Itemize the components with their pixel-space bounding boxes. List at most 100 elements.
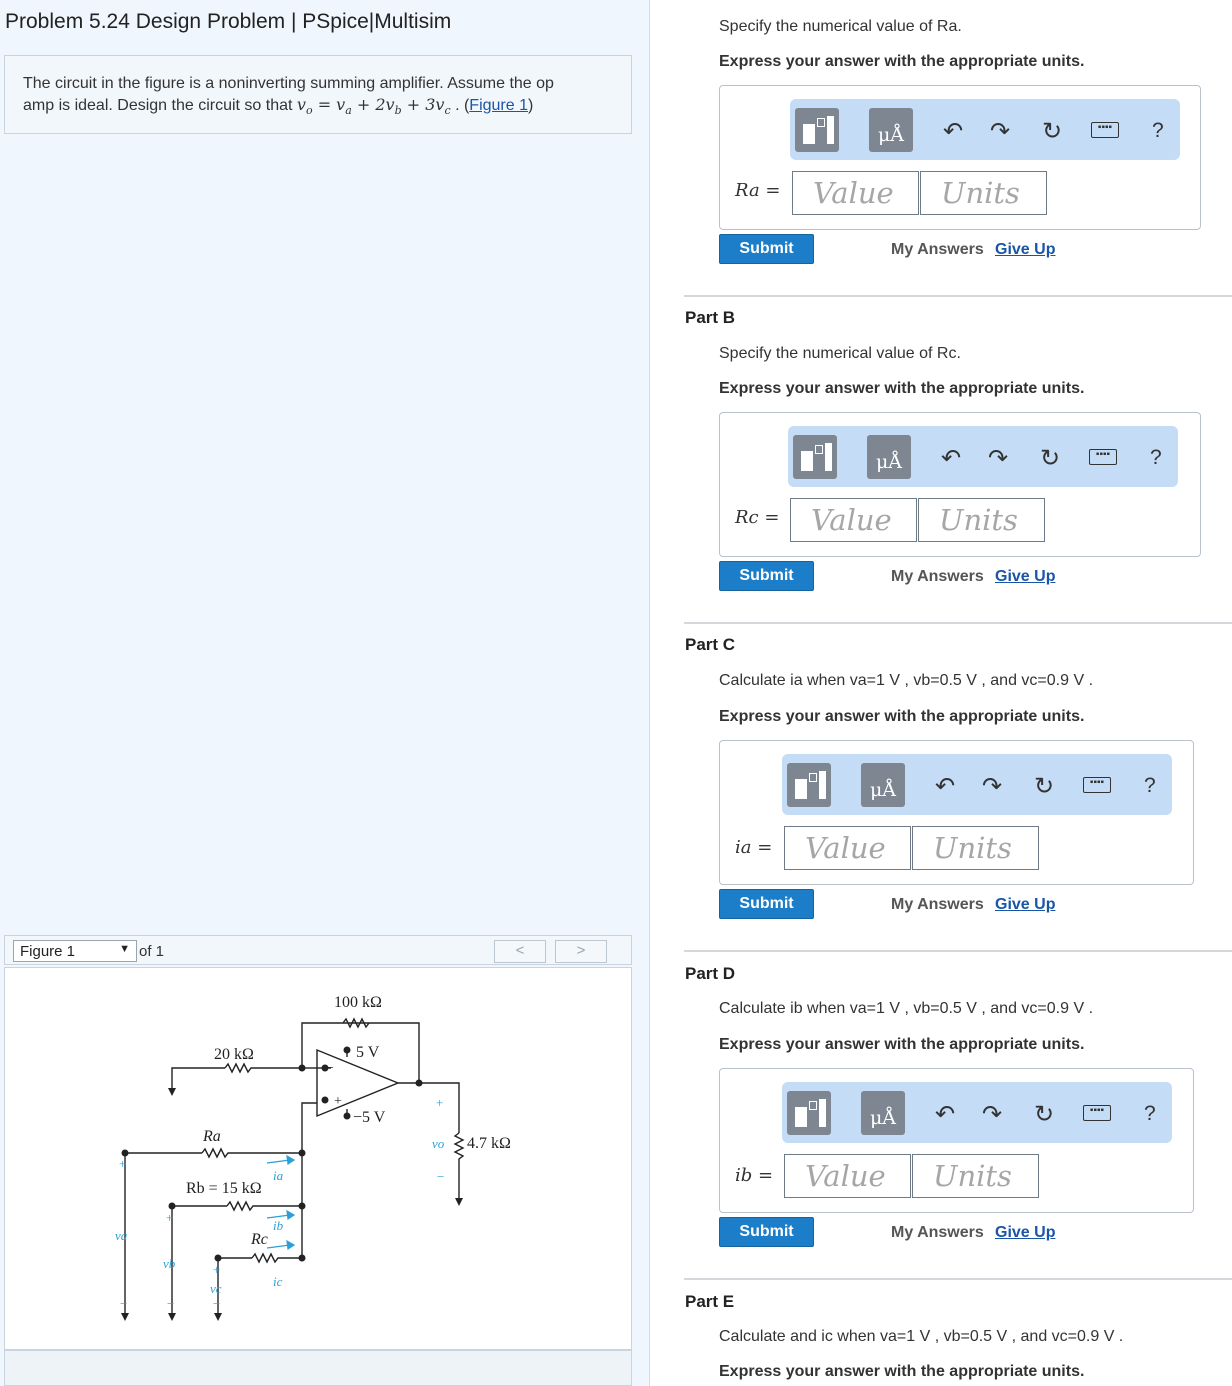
part-c-value-input[interactable]: Value: [784, 826, 911, 870]
part-a-units-input[interactable]: Units: [920, 171, 1047, 215]
part-a-my-answers[interactable]: My Answers: [891, 241, 984, 259]
problem-text-line2: amp is ideal. Design the circuit so that…: [23, 95, 534, 118]
part-b-label: Rc =: [735, 507, 780, 528]
svg-text:+: +: [119, 1156, 126, 1171]
chevron-down-icon: ▼: [119, 943, 130, 955]
problem-title: Problem 5.24 Design Problem | PSpice|Mul…: [5, 10, 452, 33]
svg-text:+: +: [436, 1095, 443, 1110]
part-e-express: Express your answer with the appropriate…: [719, 1363, 1085, 1380]
part-d-value-input[interactable]: Value: [784, 1154, 911, 1198]
label-ic: ic: [273, 1274, 283, 1289]
part-c-my-answers[interactable]: My Answers: [891, 896, 984, 914]
units-button[interactable]: μÅ: [861, 763, 905, 807]
problem-equation: vo = va + 2vb + 3vc: [296, 95, 451, 118]
help-button[interactable]: ?: [1144, 774, 1156, 798]
part-d-submit-button[interactable]: Submit: [719, 1217, 814, 1247]
divider: [684, 295, 1232, 297]
templates-icon[interactable]: [787, 1091, 831, 1135]
figure-toolbar: Figure 1 ▼ of 1 < >: [4, 935, 632, 965]
prev-figure-button[interactable]: <: [494, 940, 546, 963]
reset-icon[interactable]: ↻: [1040, 444, 1060, 473]
undo-icon[interactable]: ↶: [935, 772, 955, 801]
units-button[interactable]: μÅ: [867, 435, 911, 479]
keyboard-icon[interactable]: ▪▪▪▪: [1089, 449, 1117, 465]
templates-icon[interactable]: [793, 435, 837, 479]
part-c-units-input[interactable]: Units: [912, 826, 1039, 870]
problem-statement: The circuit in the figure is a noninvert…: [4, 55, 632, 134]
problem-panel: Problem 5.24 Design Problem | PSpice|Mul…: [0, 0, 650, 1386]
redo-icon[interactable]: ↷: [988, 444, 1008, 473]
part-d-give-up[interactable]: Give Up: [995, 1224, 1055, 1242]
part-c-submit-button[interactable]: Submit: [719, 889, 814, 919]
part-a-submit-button[interactable]: Submit: [719, 234, 814, 264]
circuit-diagram: − + 100 kΩ 20 kΩ 5 V −5 V Ra Rb = 15 kΩ …: [115, 994, 511, 1321]
part-d-title: Part D: [685, 964, 736, 983]
undo-icon[interactable]: ↶: [935, 1100, 955, 1129]
part-d-express: Express your answer with the appropriate…: [719, 1036, 1085, 1053]
reset-icon[interactable]: ↻: [1034, 1100, 1054, 1129]
help-button[interactable]: ?: [1152, 119, 1164, 143]
part-d-prompt: Calculate ib when va=1 V , vb=0.5 V , an…: [719, 1000, 1094, 1017]
part-a-prompt: Specify the numerical value of Ra.: [719, 18, 962, 35]
label-ra: Ra: [202, 1128, 221, 1145]
undo-icon[interactable]: ↶: [943, 117, 963, 146]
help-button[interactable]: ?: [1144, 1102, 1156, 1126]
part-b-give-up[interactable]: Give Up: [995, 568, 1055, 586]
label-va: va: [115, 1228, 128, 1243]
redo-icon[interactable]: ↷: [982, 772, 1002, 801]
figure-select[interactable]: Figure 1 ▼: [13, 940, 137, 962]
templates-icon[interactable]: [787, 763, 831, 807]
keyboard-icon[interactable]: ▪▪▪▪: [1083, 1105, 1111, 1121]
figure-footer: [4, 1350, 632, 1386]
part-a-label: Ra =: [735, 180, 781, 201]
part-a-value-input[interactable]: Value: [792, 171, 919, 215]
part-d-my-answers[interactable]: My Answers: [891, 1224, 984, 1242]
redo-icon[interactable]: ↷: [990, 117, 1010, 146]
part-e-prompt: Calculate and ic when va=1 V , vb=0.5 V …: [719, 1328, 1124, 1345]
label-rc: Rc: [250, 1231, 268, 1248]
part-a-express: Express your answer with the appropriate…: [719, 53, 1085, 70]
part-c-give-up[interactable]: Give Up: [995, 896, 1055, 914]
part-b-answer-box: μÅ ↶ ↷ ↻ ▪▪▪▪ ? Rc = Value Units: [719, 412, 1201, 557]
keyboard-icon[interactable]: ▪▪▪▪: [1091, 122, 1119, 138]
svg-text:−: −: [213, 1296, 220, 1311]
part-b-units-input[interactable]: Units: [918, 498, 1045, 542]
part-b-value-input[interactable]: Value: [790, 498, 917, 542]
svg-text:−: −: [326, 1061, 334, 1076]
svg-text:+: +: [166, 1210, 173, 1225]
part-b-toolbar: μÅ ↶ ↷ ↻ ▪▪▪▪ ?: [788, 426, 1178, 487]
part-c-prompt: Calculate ia when va=1 V , vb=0.5 V , an…: [719, 672, 1094, 689]
label-vb: vb: [163, 1256, 176, 1271]
label-vc: vc: [210, 1281, 222, 1296]
part-b-title: Part B: [685, 308, 736, 327]
keyboard-icon[interactable]: ▪▪▪▪: [1083, 777, 1111, 793]
label-load: 4.7 kΩ: [467, 1135, 511, 1152]
redo-icon[interactable]: ↷: [982, 1100, 1002, 1129]
reset-icon[interactable]: ↻: [1042, 117, 1062, 146]
label-ia: ia: [273, 1168, 284, 1183]
svg-text:+: +: [213, 1262, 220, 1277]
part-a-toolbar: μÅ ↶ ↷ ↻ ▪▪▪▪ ?: [790, 99, 1180, 160]
next-figure-button[interactable]: >: [555, 940, 607, 963]
part-c-title: Part C: [685, 635, 736, 654]
part-d-toolbar: μÅ ↶ ↷ ↻ ▪▪▪▪ ?: [782, 1082, 1172, 1143]
part-b-submit-button[interactable]: Submit: [719, 561, 814, 591]
reset-icon[interactable]: ↻: [1034, 772, 1054, 801]
units-button[interactable]: μÅ: [869, 108, 913, 152]
part-a-answer-box: μÅ ↶ ↷ ↻ ▪▪▪▪ ? Ra = Value Units: [719, 85, 1201, 230]
templates-icon[interactable]: [795, 108, 839, 152]
label-100k: 100 kΩ: [334, 994, 382, 1011]
part-b-my-answers[interactable]: My Answers: [891, 568, 984, 586]
label-vo: vo: [432, 1136, 445, 1151]
part-d-units-input[interactable]: Units: [912, 1154, 1039, 1198]
label-plus5v: 5 V: [356, 1044, 380, 1061]
svg-text:−: −: [167, 1296, 174, 1311]
part-b-prompt: Specify the numerical value of Rc.: [719, 345, 961, 362]
undo-icon[interactable]: ↶: [941, 444, 961, 473]
help-button[interactable]: ?: [1150, 446, 1162, 470]
units-button[interactable]: μÅ: [861, 1091, 905, 1135]
figure-link[interactable]: Figure 1: [469, 97, 528, 114]
part-e-title: Part E: [685, 1292, 735, 1311]
part-a-give-up[interactable]: Give Up: [995, 241, 1055, 259]
part-c-express: Express your answer with the appropriate…: [719, 708, 1085, 725]
